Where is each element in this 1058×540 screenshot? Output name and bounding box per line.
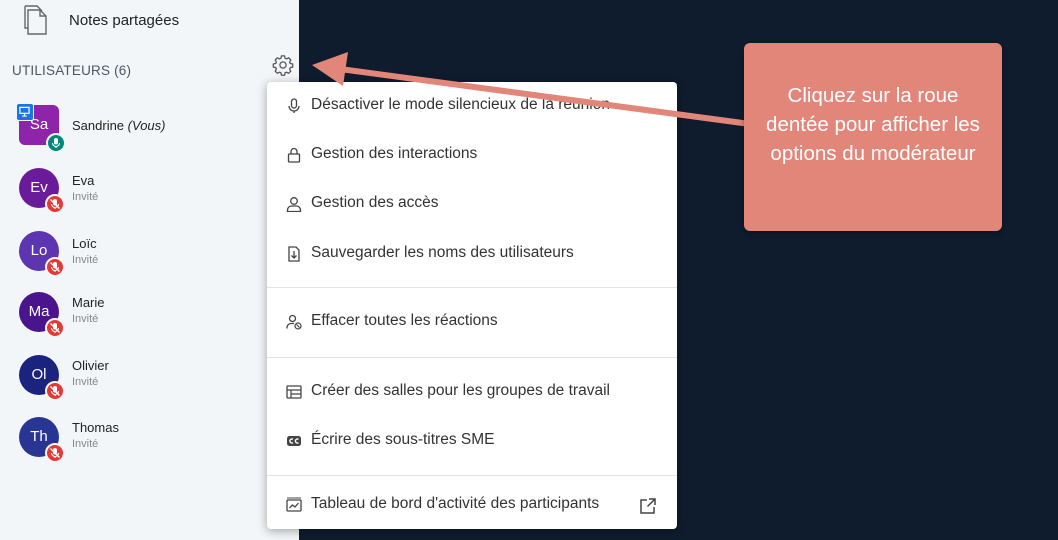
tutorial-callout: Cliquez sur la roue dentée pour afficher… <box>744 43 1002 231</box>
menu-item-activity-dashboard[interactable]: Tableau de bord d'activité des participa… <box>267 485 677 525</box>
closed-caption-icon <box>287 436 301 446</box>
shared-notes-item[interactable]: Notes partagées <box>0 0 299 42</box>
user-name: Sandrine (Vous) <box>72 118 166 133</box>
shared-notes-label: Notes partagées <box>69 12 180 29</box>
user-item-thomas[interactable]: Th Thomas Invité <box>0 417 260 473</box>
menu-divider <box>267 357 677 358</box>
user-icon <box>286 197 302 212</box>
menu-item-clear-reactions[interactable]: Effacer toutes les réactions <box>267 302 677 342</box>
notes-icon <box>24 5 47 35</box>
user-name: Olivier <box>72 358 109 373</box>
menu-item-label: Effacer toutes les réactions <box>311 312 498 329</box>
menu-item-access[interactable]: Gestion des accès <box>267 184 677 224</box>
menu-item-label: Créer des salles pour les groupes de tra… <box>311 382 610 399</box>
menu-item-label: Gestion des interactions <box>311 145 478 162</box>
microphone-muted-icon <box>45 194 65 214</box>
menu-item-save-usernames[interactable]: Sauvegarder les noms des utilisateurs <box>267 234 677 274</box>
user-name: Loïc <box>72 236 97 251</box>
callout-text: Cliquez sur la roue dentée pour afficher… <box>766 84 980 165</box>
menu-item-label: Sauvegarder les noms des utilisateurs <box>311 244 574 261</box>
user-item-sandrine[interactable]: Sa Sandrine (Vous) <box>0 103 260 161</box>
menu-item-interactions[interactable]: Gestion des interactions <box>267 135 677 175</box>
menu-item-label: Désactiver le mode silencieux de la réun… <box>311 96 610 113</box>
menu-item-breakout-rooms[interactable]: Créer des salles pour les groupes de tra… <box>267 372 677 412</box>
user-name: Marie <box>72 295 105 310</box>
user-role: Invité <box>72 376 99 388</box>
download-file-icon <box>288 246 300 262</box>
user-role: Invité <box>72 438 99 450</box>
menu-item-subtitles[interactable]: Écrire des sous-titres SME <box>267 421 677 461</box>
microphone-muted-icon <box>45 318 65 338</box>
microphone-muted-icon <box>45 443 65 463</box>
user-role: Invité <box>72 191 99 203</box>
moderator-options-menu: Désactiver le mode silencieux de la réun… <box>267 82 677 529</box>
user-item-olivier[interactable]: Ol Olivier Invité <box>0 355 260 411</box>
rooms-icon <box>286 385 302 399</box>
user-you-suffix: (Vous) <box>127 118 166 133</box>
menu-item-label: Gestion des accès <box>311 194 439 211</box>
microphone-muted-icon <box>45 381 65 401</box>
menu-item-unmute-meeting[interactable]: Désactiver le mode silencieux de la réun… <box>267 86 677 126</box>
menu-divider <box>267 287 677 288</box>
presenter-icon <box>16 103 34 121</box>
user-role: Invité <box>72 313 99 325</box>
menu-item-label: Tableau de bord d'activité des participa… <box>311 495 600 512</box>
user-item-loic[interactable]: Lo Loïc Invité <box>0 231 260 287</box>
users-header: UTILISATEURS (6) <box>12 63 132 78</box>
external-link-icon <box>640 498 656 514</box>
microphone-icon <box>288 98 300 113</box>
user-item-eva[interactable]: Ev Eva Invité <box>0 168 260 224</box>
lock-icon <box>287 147 301 163</box>
user-name: Thomas <box>72 420 119 435</box>
dashboard-icon <box>286 497 302 512</box>
user-item-marie[interactable]: Ma Marie Invité <box>0 292 260 348</box>
menu-item-label: Écrire des sous-titres SME <box>311 431 495 448</box>
sidebar: Notes partagées UTILISATEURS (6) Sa Sand… <box>0 0 299 540</box>
microphone-muted-icon <box>45 257 65 277</box>
user-name: Eva <box>72 173 95 188</box>
menu-divider <box>267 475 677 476</box>
microphone-on-icon <box>46 133 66 153</box>
user-role: Invité <box>72 254 99 266</box>
user-clear-icon <box>286 314 302 330</box>
gear-icon[interactable] <box>272 54 294 76</box>
